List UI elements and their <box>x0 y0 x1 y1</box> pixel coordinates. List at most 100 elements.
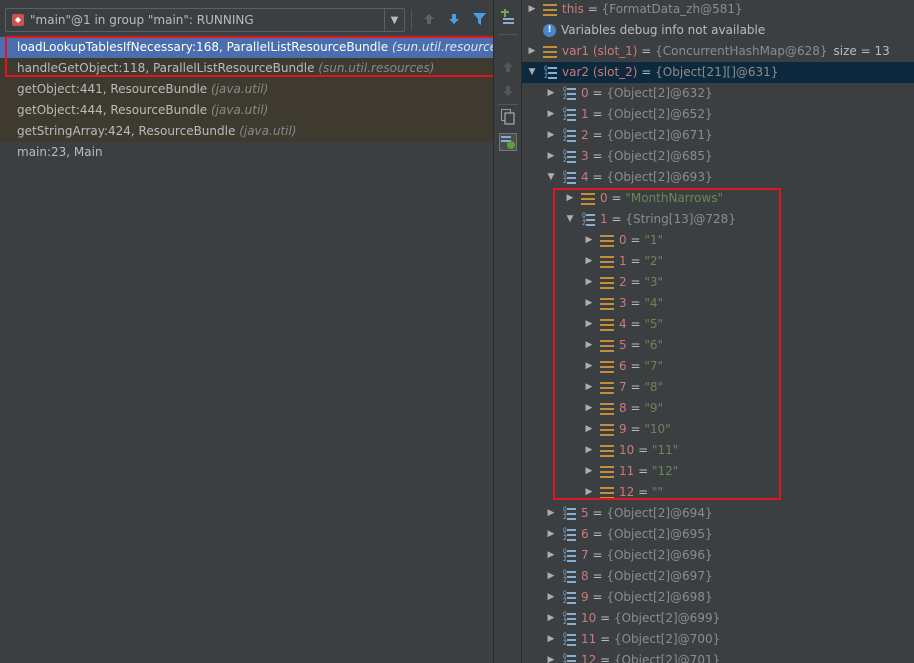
expand-arrow-icon[interactable]: ▶ <box>583 419 595 440</box>
variable-row[interactable]: ▶ 0 = "MonthNarrows" <box>522 188 914 209</box>
expand-arrow-icon[interactable]: ▶ <box>545 587 557 608</box>
expand-arrow-icon[interactable]: ▶ <box>583 440 595 461</box>
variable-value: {FormatData_zh@581} <box>601 2 743 16</box>
variable-row[interactable]: ▶ 012 12 = {Object[2]@701} <box>522 650 914 663</box>
show-types-icon[interactable] <box>499 133 517 151</box>
variable-row[interactable]: ▶ 10 = "11" <box>522 440 914 461</box>
variable-row[interactable]: ▶ 2 = "3" <box>522 272 914 293</box>
add-watch-icon[interactable] <box>499 8 517 26</box>
variable-row[interactable]: ▶ this = {FormatData_zh@581} <box>522 0 914 20</box>
variable-row[interactable]: ▶ 3 = "4" <box>522 293 914 314</box>
variable-row[interactable]: ▶ 0 1 2 5 = {Object[2]@694} <box>522 503 914 524</box>
variable-row[interactable]: ▶ 12 = "" <box>522 482 914 503</box>
variable-row[interactable]: ▶ 6 = "7" <box>522 356 914 377</box>
field-icon <box>600 423 614 436</box>
variable-row[interactable]: ▶ 8 = "9" <box>522 398 914 419</box>
expand-arrow-icon[interactable]: ▶ <box>583 335 595 356</box>
array-icon: 012 <box>581 212 595 227</box>
expand-arrow-icon[interactable]: ▶ <box>545 83 557 104</box>
expand-arrow-icon[interactable]: ▶ <box>526 41 538 62</box>
arrow-up-icon[interactable] <box>420 10 438 28</box>
expand-arrow-icon[interactable]: ▶ <box>583 482 595 503</box>
expand-arrow-icon[interactable]: ▶ <box>583 398 595 419</box>
variable-row[interactable]: ▶ 4 = "5" <box>522 314 914 335</box>
variable-row[interactable]: ▶ 0 1 2 11 = {Object[2]@700} <box>522 629 914 650</box>
expand-arrow-icon[interactable]: ▶ <box>583 293 595 314</box>
variable-row[interactable]: ▼ 0 1 2 1 = {String[13]@728} <box>522 209 914 230</box>
variable-row[interactable]: ▶ 5 = "6" <box>522 335 914 356</box>
variable-row[interactable]: ▶ 0 1 2 6 = {Object[2]@695} <box>522 524 914 545</box>
expand-arrow-icon[interactable]: ▶ <box>545 104 557 125</box>
array-icon: 012 <box>562 590 576 605</box>
expand-arrow-icon[interactable]: ▶ <box>545 650 557 663</box>
arrow-down-icon[interactable] <box>499 82 517 100</box>
copy-icon[interactable] <box>499 108 517 126</box>
expand-arrow-icon[interactable]: ▶ <box>545 146 557 167</box>
expand-arrow-icon[interactable]: ▶ <box>545 524 557 545</box>
variable-value: "1" <box>644 233 664 247</box>
expand-arrow-icon[interactable]: ▶ <box>545 125 557 146</box>
variable-row[interactable]: ▶ 0 1 2 3 = {Object[2]@685} <box>522 146 914 167</box>
arrow-down-icon[interactable] <box>445 10 463 28</box>
expand-arrow-icon[interactable]: ▶ <box>583 272 595 293</box>
variable-value: {Object[2]@693} <box>606 170 713 184</box>
variable-name: 2 <box>619 275 627 289</box>
field-icon <box>600 339 614 352</box>
variable-row[interactable]: ▶ 0 1 2 1 = {Object[2]@652} <box>522 104 914 125</box>
variable-row[interactable]: ▶ 0 1 2 8 = {Object[2]@697} <box>522 566 914 587</box>
array-icon: 012 <box>562 569 576 584</box>
stack-frame[interactable]: getStringArray:424, ResourceBundle (java… <box>0 121 493 142</box>
chevron-down-icon[interactable]: ▼ <box>384 9 404 31</box>
collapse-arrow-icon[interactable]: ▼ <box>564 209 576 230</box>
variable-row[interactable]: ▶ 0 1 2 9 = {Object[2]@698} <box>522 587 914 608</box>
variable-row[interactable]: ▼ 0 1 2 var2 (slot_2) = {Object[21][]@631} <box>522 62 914 83</box>
variable-row[interactable]: ▶ 0 = "1" <box>522 230 914 251</box>
expand-arrow-icon[interactable]: ▶ <box>545 566 557 587</box>
equals-sign: = <box>596 611 614 625</box>
variable-row[interactable]: ▶ var1 (slot_1) = {ConcurrentHashMap@628}… <box>522 41 914 62</box>
frame-method: getObject:444, ResourceBundle <box>17 103 208 117</box>
expand-arrow-icon[interactable]: ▶ <box>545 608 557 629</box>
equals-sign: = <box>626 338 645 352</box>
variable-name: 11 <box>581 632 597 646</box>
frame-package: (java.util) <box>211 82 269 96</box>
variable-row[interactable]: ▶ 0 1 2 7 = {Object[2]@696} <box>522 545 914 566</box>
expand-arrow-icon[interactable]: ▶ <box>583 314 595 335</box>
expand-arrow-icon[interactable]: ▶ <box>545 629 557 650</box>
array-icon: 012 <box>562 527 576 542</box>
collapse-arrow-icon[interactable]: ▼ <box>526 62 538 83</box>
stack-frame[interactable]: getObject:444, ResourceBundle (java.util… <box>0 100 493 121</box>
stack-frame[interactable]: handleGetObject:118, ParallelListResourc… <box>0 58 493 79</box>
expand-arrow-icon[interactable]: ▶ <box>545 545 557 566</box>
field-icon <box>600 360 614 373</box>
equals-sign: = <box>626 275 645 289</box>
expand-arrow-icon[interactable]: ▶ <box>583 461 595 482</box>
stack-frame[interactable]: getObject:441, ResourceBundle (java.util… <box>0 79 493 100</box>
collapse-arrow-icon[interactable]: ▼ <box>545 167 557 188</box>
thread-selector[interactable]: ◆ "main"@1 in group "main": RUNNING ▼ <box>5 8 405 32</box>
expand-arrow-icon[interactable]: ▶ <box>583 251 595 272</box>
expand-arrow-icon[interactable]: ▶ <box>545 503 557 524</box>
filter-icon[interactable] <box>470 10 488 28</box>
variable-row[interactable]: ▶ 11 = "12" <box>522 461 914 482</box>
expand-arrow-icon[interactable]: ▶ <box>526 0 538 20</box>
variable-row[interactable]: ▶ 0 1 2 2 = {Object[2]@671} <box>522 125 914 146</box>
frame-method: handleGetObject:118, ParallelListResourc… <box>17 61 315 75</box>
expand-arrow-icon[interactable]: ▶ <box>583 377 595 398</box>
variable-row[interactable]: ▼ 0 1 2 4 = {Object[2]@693} <box>522 167 914 188</box>
expand-arrow-icon[interactable]: ▶ <box>564 188 576 209</box>
stack-frame[interactable]: loadLookupTablesIfNecessary:168, Paralle… <box>0 37 508 58</box>
expand-arrow-icon[interactable]: ▶ <box>583 230 595 251</box>
variable-row[interactable]: ▶ 1 = "2" <box>522 251 914 272</box>
variable-value: {Object[2]@652} <box>606 107 713 121</box>
variable-row[interactable]: ▶ 0 1 2 0 = {Object[2]@632} <box>522 83 914 104</box>
toolbar-divider <box>498 104 518 105</box>
expand-arrow-icon[interactable]: ▶ <box>583 356 595 377</box>
variable-row[interactable]: ▶ 9 = "10" <box>522 419 914 440</box>
array-icon: 012 <box>562 506 576 521</box>
variable-row[interactable]: ! Variables debug info not available <box>522 20 914 41</box>
arrow-up-icon[interactable] <box>499 58 517 76</box>
variable-row[interactable]: ▶ 7 = "8" <box>522 377 914 398</box>
variable-row[interactable]: ▶ 0 1 2 10 = {Object[2]@699} <box>522 608 914 629</box>
stack-frame[interactable]: main:23, Main <box>0 142 493 163</box>
